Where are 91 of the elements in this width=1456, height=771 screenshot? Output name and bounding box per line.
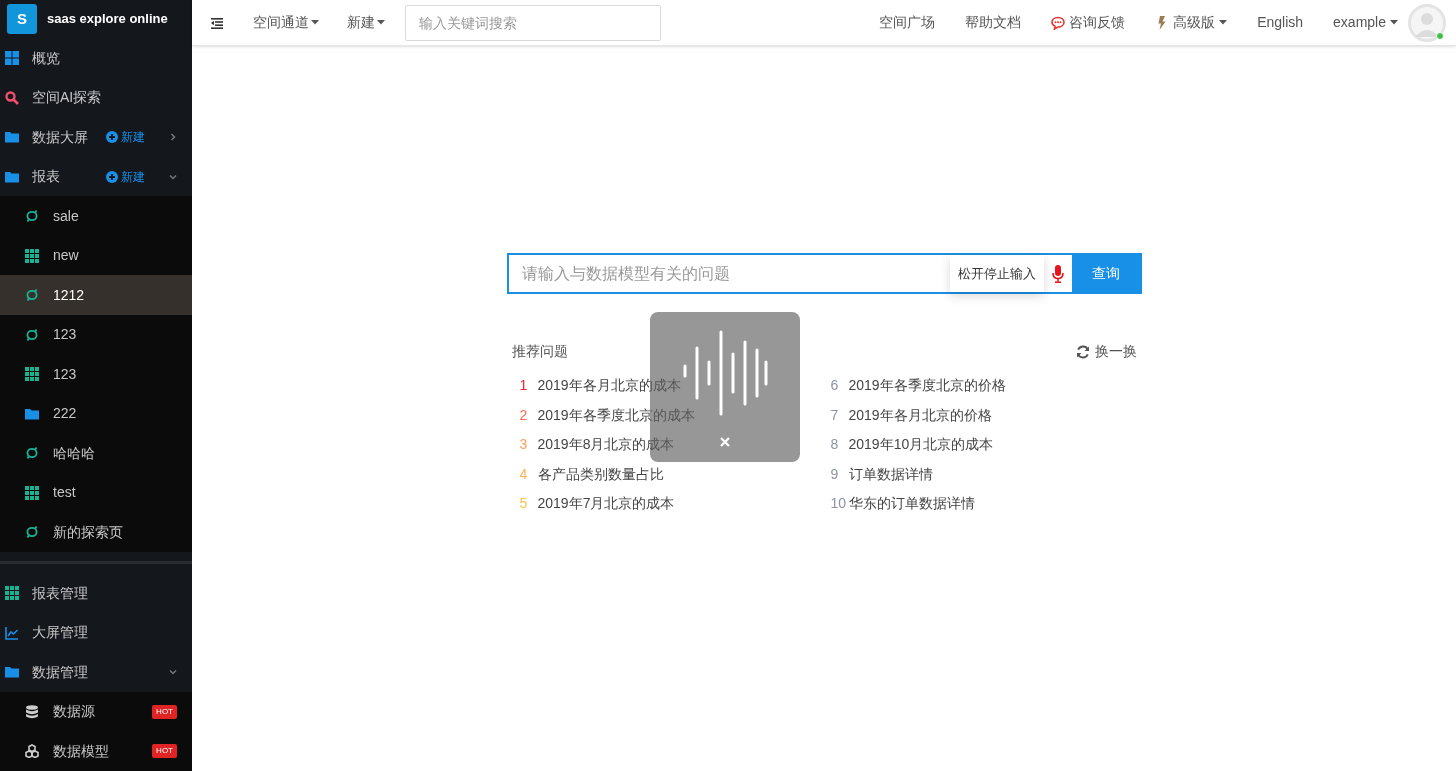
microphone-icon[interactable] (1051, 264, 1064, 283)
sidebar-item[interactable]: 数据管理 (0, 652, 192, 692)
item-label: 数据模型 (53, 741, 110, 761)
rank-number: 6 (830, 376, 840, 396)
query-box[interactable]: 请输入与数据模型有关的问题 松开停止输入 查询 (506, 253, 1142, 294)
grid-icon (25, 248, 39, 263)
question-link[interactable]: 华东的订单数据详情 (848, 493, 975, 515)
sidebar-item[interactable]: 空间AI探索 (0, 77, 192, 118)
chevron-right-icon[interactable] (168, 132, 178, 143)
nav-dropdown[interactable]: 空间通道 (253, 12, 319, 33)
rank-number: 4 (519, 464, 529, 484)
rank-number: 2 (519, 405, 529, 425)
question-link[interactable]: 订单数据详情 (848, 463, 933, 485)
app-title: saas explore online (47, 10, 168, 29)
search-field[interactable]: 输入关键词搜索 (405, 4, 661, 41)
folder-icon (25, 406, 39, 421)
new-link[interactable]: 新建 (106, 128, 145, 147)
ring-icon (25, 209, 39, 224)
question-link[interactable]: 2019年7月北京的成本 (537, 493, 675, 515)
question-link[interactable]: 2019年各月北京的成本 (537, 375, 681, 397)
question-link[interactable]: 2019年各季度北京的价格 (848, 375, 1006, 397)
header-link[interactable]: 空间广场 (879, 12, 936, 33)
question-link[interactable]: 2019年各月北京的价格 (848, 404, 992, 426)
header-link[interactable]: 咨询反馈 (1051, 12, 1126, 33)
new-link[interactable]: 新建 (106, 167, 145, 186)
line-chart-icon (5, 625, 19, 640)
rank-number: 1 (519, 376, 529, 396)
item-label: 报表 (32, 167, 61, 187)
grid-icon (5, 586, 19, 601)
hot-badge: HOT (152, 704, 177, 719)
tiles-icon (5, 51, 19, 66)
hot-badge: HOT (152, 744, 177, 759)
search-icon (5, 90, 19, 105)
ring-icon (25, 446, 39, 461)
item-label: 数据源 (53, 702, 96, 722)
item-label: 大屏管理 (32, 623, 89, 643)
item-label: new (53, 246, 80, 266)
logo: S (7, 4, 37, 35)
grid-icon (25, 367, 39, 382)
ring-icon (25, 525, 39, 540)
sidebar-item[interactable]: 大屏管理 (0, 613, 192, 653)
sidebar-item[interactable]: 数据大屏 新建 (0, 117, 192, 157)
item-label: 空间AI探索 (32, 88, 103, 108)
question-link[interactable]: 2019年10月北京的成本 (848, 434, 994, 456)
close-icon[interactable] (719, 437, 730, 447)
header-link[interactable]: 帮助文档 (965, 12, 1022, 33)
item-label: 123 (53, 364, 78, 384)
item-label: 123 (53, 325, 78, 345)
recommend-heading: 推荐问题 (511, 342, 568, 361)
item-label: 新的探索页 (53, 522, 124, 542)
rank-number: 3 (519, 435, 529, 455)
cubes-icon (25, 744, 39, 759)
rank-number: 9 (830, 464, 840, 484)
rank-number: 10 (830, 494, 848, 514)
sidebar-item[interactable]: 1212 (0, 275, 192, 315)
plus-circle-icon (106, 170, 118, 183)
folder-icon (5, 130, 19, 145)
nav-dropdown[interactable]: 新建 (347, 12, 385, 33)
folder-icon (5, 665, 19, 680)
item-label: 概览 (32, 48, 61, 68)
sidebar-item[interactable]: 报表 新建 (0, 156, 192, 197)
question-link[interactable]: 各产品类别数量占比 (537, 463, 664, 485)
plus-circle-icon (106, 131, 118, 144)
menu-collapse-icon[interactable] (211, 16, 223, 29)
item-label: 222 (53, 404, 78, 424)
sidebar-item[interactable]: 概览 (0, 38, 192, 78)
item-label: 数据管理 (32, 662, 89, 682)
query-field[interactable]: 请输入与数据模型有关的问题 (508, 255, 950, 292)
item-label: 哈哈哈 (53, 443, 96, 463)
database-icon (25, 704, 39, 719)
refresh-icon (1075, 344, 1090, 359)
item-label: 1212 (53, 285, 86, 305)
chat-bubble-icon (1051, 15, 1066, 30)
header-link[interactable]: English (1257, 12, 1304, 33)
menu-dropdown[interactable]: 高级版 (1155, 12, 1228, 33)
rank-number: 7 (830, 405, 840, 425)
rank-number: 8 (830, 435, 840, 455)
rank-number: 5 (519, 494, 529, 514)
menu-dropdown[interactable]: example (1333, 12, 1398, 33)
ring-icon (25, 327, 39, 342)
voice-tooltip: 松开停止输入 (949, 255, 1044, 292)
question-link[interactable]: 2019年各季度北京的成本 (537, 404, 695, 426)
ring-icon (25, 288, 39, 303)
sidebar-item[interactable]: 报表管理 (0, 573, 192, 613)
item-label: 数据大屏 (32, 127, 89, 147)
item-label: 报表管理 (32, 583, 89, 603)
item-label: test (53, 483, 77, 503)
grid-icon (25, 485, 39, 500)
folder-icon (5, 169, 19, 184)
refresh-button[interactable]: 换一换 (1075, 341, 1137, 362)
item-label: sale (53, 206, 80, 226)
